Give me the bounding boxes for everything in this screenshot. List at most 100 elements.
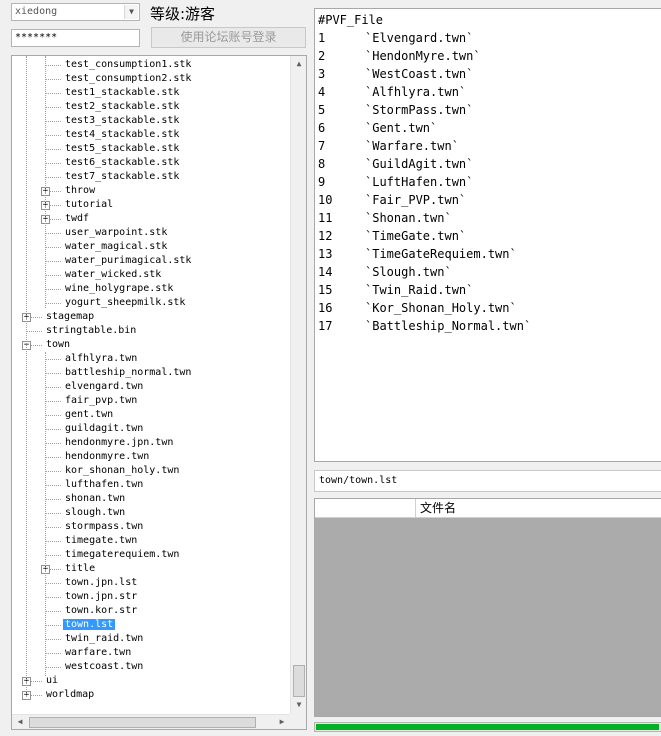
tree-item[interactable]: town xyxy=(44,338,72,352)
tree-item[interactable]: warfare.twn xyxy=(63,646,133,660)
tree-item[interactable]: water_purimagical.stk xyxy=(63,254,193,268)
tree-item[interactable]: twdf xyxy=(63,212,91,226)
tree-connector xyxy=(45,289,61,290)
file-list-panel[interactable]: 文件名 xyxy=(314,498,661,717)
tree-item[interactable]: battleship_normal.twn xyxy=(63,366,193,380)
scroll-down-icon[interactable]: ▼ xyxy=(291,698,306,713)
tree-item[interactable]: test6_stackable.stk xyxy=(63,156,181,170)
tree-item[interactable]: town.kor.str xyxy=(63,604,139,618)
scroll-up-icon[interactable]: ▲ xyxy=(291,57,306,72)
tree-item[interactable]: user_warpoint.stk xyxy=(63,226,169,240)
column-header-filename[interactable]: 文件名 xyxy=(420,499,456,518)
tree-item[interactable]: fair_pvp.twn xyxy=(63,394,139,408)
tree-item[interactable]: gent.twn xyxy=(63,408,115,422)
tree-item[interactable]: alfhlyra.twn xyxy=(63,352,139,366)
content-line-number: 5 xyxy=(318,103,326,117)
tree-item[interactable]: stringtable.bin xyxy=(44,324,138,338)
tree-connector xyxy=(45,443,61,444)
tree-item[interactable]: throw xyxy=(63,184,97,198)
tree-item[interactable]: tutorial xyxy=(63,198,115,212)
tree-horizontal-scrollbar[interactable]: ◀ ▶ xyxy=(12,714,290,729)
tree-connector xyxy=(45,597,61,598)
tree-item[interactable]: slough.twn xyxy=(63,506,127,520)
tree-connector xyxy=(45,387,61,388)
password-field[interactable]: ******* xyxy=(11,29,140,47)
tree-item[interactable]: water_magical.stk xyxy=(63,240,169,254)
tree-item-label: title xyxy=(65,563,96,574)
path-bar[interactable]: town/town.lst xyxy=(314,470,661,492)
tree-item[interactable]: lufthafen.twn xyxy=(63,478,145,492)
file-tree[interactable]: test_consumption1.stk test_consumption2.s… xyxy=(11,55,307,730)
tree-item[interactable]: test_consumption1.stk xyxy=(63,58,193,72)
tree-item[interactable]: town.jpn.str xyxy=(63,590,139,604)
file-content-panel[interactable]: #PVF_File 1 `Elvengard.twn` 2 `HendonMyre.t… xyxy=(314,8,661,462)
column-header-blank[interactable] xyxy=(315,499,416,518)
tree-item[interactable]: worldmap xyxy=(44,688,96,702)
content-line-text: `LuftHafen.twn` xyxy=(365,175,474,189)
tree-item-label: test5_stackable.stk xyxy=(65,143,180,154)
tree-connector xyxy=(45,359,61,360)
tree-item[interactable]: test1_stackable.stk xyxy=(63,86,181,100)
scroll-left-icon[interactable]: ◀ xyxy=(12,715,28,729)
content-line-number: 1 xyxy=(318,31,326,45)
tree-item[interactable]: timegaterequiem.twn xyxy=(63,548,181,562)
tree-item[interactable]: shonan.twn xyxy=(63,492,127,506)
tree-vertical-thumb[interactable] xyxy=(293,665,305,697)
tree-item[interactable]: water_wicked.stk xyxy=(63,268,163,282)
tree-item[interactable]: test5_stackable.stk xyxy=(63,142,181,156)
tree-connector xyxy=(45,499,61,500)
tree-item-label: stagemap xyxy=(46,311,95,322)
tree-item[interactable]: town.lst xyxy=(63,618,116,632)
tree-item[interactable]: test3_stackable.stk xyxy=(63,114,181,128)
tree-item[interactable]: twin_raid.twn xyxy=(63,632,145,646)
tree-connector xyxy=(45,541,61,542)
tree-connector xyxy=(45,555,61,556)
scroll-right-icon[interactable]: ▶ xyxy=(274,715,290,729)
tree-item-label: stringtable.bin xyxy=(46,325,137,336)
tree-item[interactable]: hendonmyre.jpn.twn xyxy=(63,436,175,450)
tree-item[interactable]: stagemap xyxy=(44,310,96,324)
tree-item-label: test2_stackable.stk xyxy=(65,101,180,112)
tree-item[interactable]: wine_holygrape.stk xyxy=(63,282,175,296)
tree-item[interactable]: westcoast.twn xyxy=(63,660,145,674)
tree-connector xyxy=(45,373,61,374)
content-line-text: `StormPass.twn` xyxy=(365,103,474,117)
username-combo[interactable]: xiedong ▼ xyxy=(11,3,140,21)
tree-item[interactable]: town.jpn.lst xyxy=(63,576,139,590)
tree-item[interactable]: stormpass.twn xyxy=(63,520,145,534)
tree-item[interactable]: yogurt_sheepmilk.stk xyxy=(63,296,187,310)
tree-item-label: test3_stackable.stk xyxy=(65,115,180,126)
tree-connector xyxy=(45,485,61,486)
tree-connector xyxy=(45,107,61,108)
tree-item[interactable]: timegate.twn xyxy=(63,534,139,548)
tree-item-label: throw xyxy=(65,185,96,196)
tree-connector xyxy=(45,247,61,248)
content-line-text: `Fair_PVP.twn` xyxy=(365,193,467,207)
tree-connector xyxy=(45,625,61,626)
tree-item[interactable]: test_consumption2.stk xyxy=(63,72,193,86)
tree-connector xyxy=(45,611,61,612)
tree-horizontal-thumb[interactable] xyxy=(29,717,256,728)
tree-item[interactable]: guildagit.twn xyxy=(63,422,145,436)
tree-item[interactable]: test4_stackable.stk xyxy=(63,128,181,142)
tree-item-label: kor_shonan_holy.twn xyxy=(65,465,180,476)
tree-item[interactable]: hendonmyre.twn xyxy=(63,450,151,464)
tree-vertical-scrollbar[interactable]: ▲ ▼ xyxy=(290,56,306,714)
tree-item-label: test4_stackable.stk xyxy=(65,129,180,140)
forum-login-button[interactable]: 使用论坛账号登录 xyxy=(151,27,306,48)
tree-item[interactable]: test2_stackable.stk xyxy=(63,100,181,114)
tree-item[interactable]: elvengard.twn xyxy=(63,380,145,394)
tree-item[interactable]: ui xyxy=(44,674,60,688)
tree-item[interactable]: test7_stackable.stk xyxy=(63,170,181,184)
tree-item-label: test7_stackable.stk xyxy=(65,171,180,182)
tree-item[interactable]: kor_shonan_holy.twn xyxy=(63,464,181,478)
tree-item-label: wine_holygrape.stk xyxy=(65,283,174,294)
tree-item[interactable]: title xyxy=(63,562,97,576)
chevron-down-icon[interactable]: ▼ xyxy=(124,5,138,19)
tree-connector xyxy=(45,653,61,654)
tree-item-label: hendonmyre.jpn.twn xyxy=(65,437,174,448)
tree-item-label: user_warpoint.stk xyxy=(65,227,168,238)
tree-item-label: town.kor.str xyxy=(65,605,138,616)
content-line-text: `WestCoast.twn` xyxy=(365,67,474,81)
tree-connector xyxy=(45,135,61,136)
